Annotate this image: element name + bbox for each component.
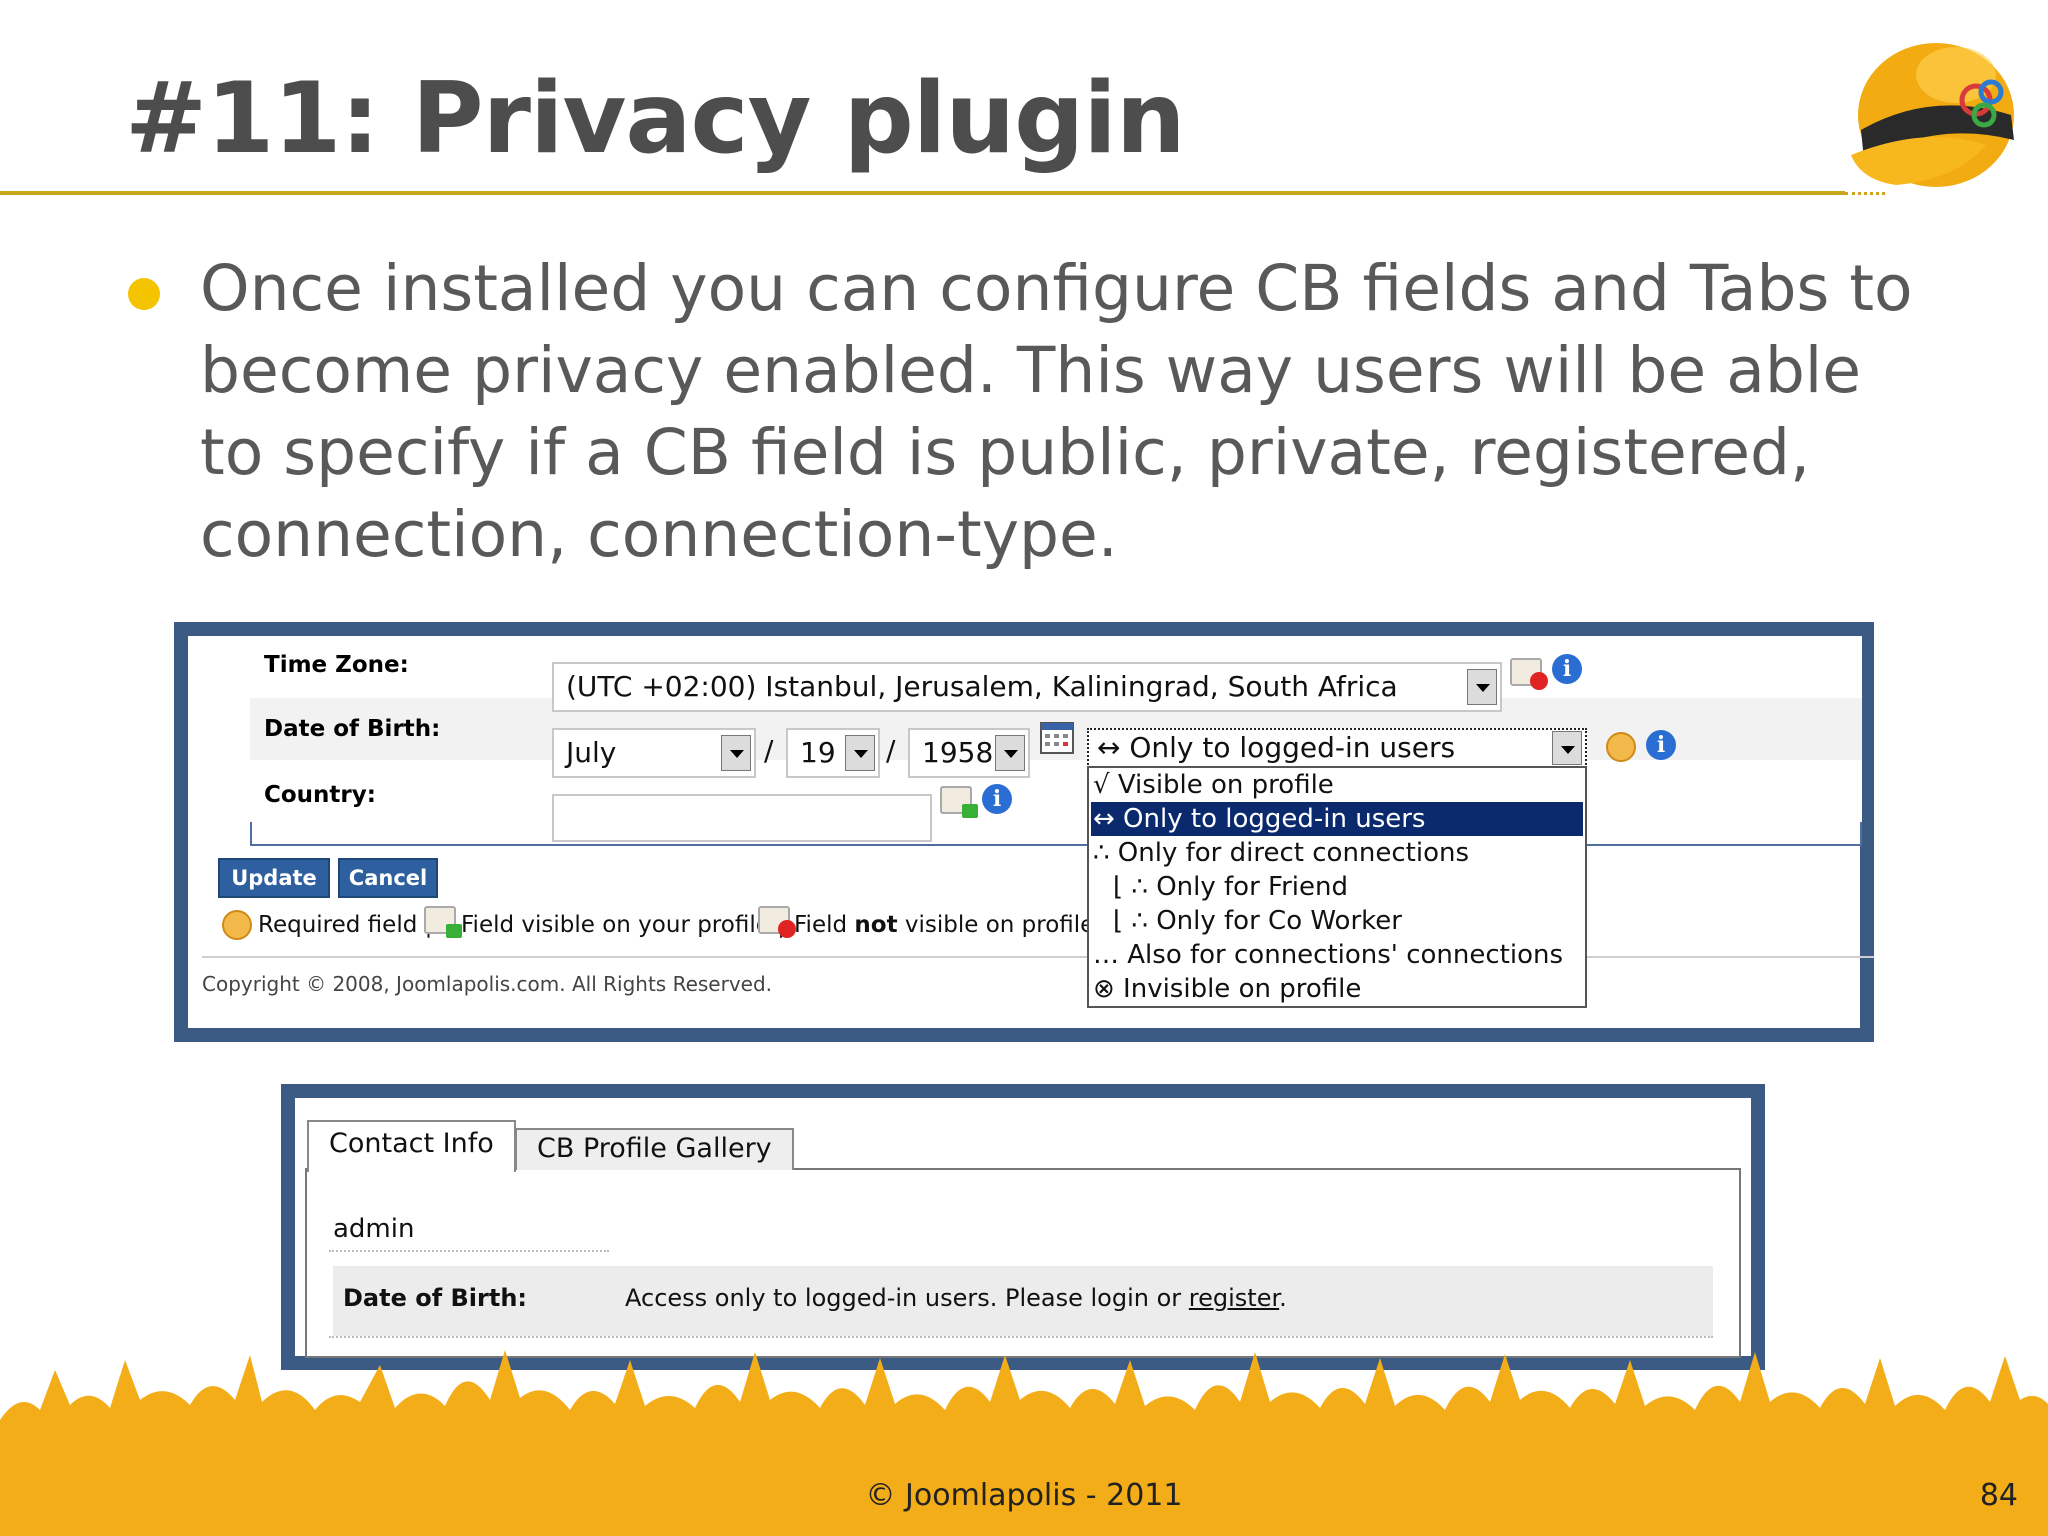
dropdown-arrow-icon[interactable] [995, 735, 1025, 771]
info-icon[interactable]: i [1552, 654, 1582, 684]
legend-not-visible-pre: Field [794, 912, 855, 938]
dob-year-value: 1958 [922, 736, 994, 769]
dob-view-label: Date of Birth: [343, 1284, 528, 1312]
privacy-option[interactable]: ⊗ Invisible on profile [1093, 972, 1361, 1006]
bullet-text: Once installed you can configure CB fiel… [200, 252, 1913, 571]
privacy-option[interactable]: ∴ Only for direct connections [1093, 836, 1469, 870]
dropdown-arrow-icon[interactable] [845, 735, 875, 771]
profile-edit-screenshot: Time Zone: (UTC +02:00) Istanbul, Jerusa… [174, 622, 1874, 1042]
country-input[interactable] [552, 794, 932, 842]
field-visible-icon [940, 786, 978, 818]
privacy-option[interactable]: ⌊ ∴ Only for Friend [1113, 870, 1348, 904]
info-icon[interactable]: i [982, 784, 1012, 814]
helmet-logo [1851, 43, 2014, 187]
time-zone-label: Time Zone: [264, 652, 409, 678]
privacy-option[interactable]: √ Visible on profile [1093, 768, 1334, 802]
date-separator: / [886, 734, 896, 767]
row-divider [329, 1250, 609, 1252]
legend-visible: Field visible on your profile | [461, 912, 785, 938]
register-link[interactable]: register [1189, 1284, 1279, 1312]
slide-title: #11: Privacy plugin [125, 62, 1186, 176]
dob-month-select[interactable]: July [552, 728, 756, 778]
copyright-text: Copyright © 2008, Joomlapolis.com. All R… [202, 972, 773, 996]
copyright-divider [202, 956, 1874, 958]
required-icon [1606, 732, 1636, 762]
legend-not-visible-bold: not [854, 912, 898, 938]
tab-contact-info[interactable]: Contact Info [307, 1120, 516, 1172]
time-zone-value: (UTC +02:00) Istanbul, Jerusalem, Kalini… [566, 670, 1398, 703]
legend-not-visible: Field not visible on profile | [794, 912, 1109, 938]
dob-day-select[interactable]: 19 [786, 728, 880, 778]
privacy-select[interactable]: ↔ Only to logged-in users [1087, 728, 1587, 768]
legend-not-visible-post: visible on profile | [897, 912, 1110, 938]
dob-day-value: 19 [800, 736, 836, 769]
calendar-icon[interactable] [1040, 722, 1074, 754]
title-rule [0, 191, 1845, 195]
username: admin [333, 1214, 415, 1244]
profile-view-screenshot: Contact Info CB Profile Gallery admin Da… [281, 1084, 1765, 1370]
legend-required: Required field | [258, 912, 433, 938]
bullet-dot [128, 278, 160, 310]
dob-message-text: Access only to logged-in users. Please l… [625, 1284, 1189, 1312]
privacy-option[interactable]: ⌊ ∴ Only for Co Worker [1113, 904, 1402, 938]
privacy-option[interactable]: … Also for connections' connections [1093, 938, 1563, 972]
footer-copyright: © Joomlapolis - 2011 [865, 1478, 1183, 1513]
dob-label: Date of Birth: [264, 716, 441, 742]
required-icon [222, 910, 252, 940]
dob-year-select[interactable]: 1958 [908, 728, 1030, 778]
time-zone-select[interactable]: (UTC +02:00) Istanbul, Jerusalem, Kalini… [552, 662, 1502, 712]
dob-month-value: July [566, 736, 617, 769]
field-visible-icon [424, 906, 462, 938]
country-label: Country: [264, 782, 376, 808]
page-number: 84 [1979, 1478, 2018, 1513]
dropdown-arrow-icon[interactable] [1467, 669, 1497, 705]
tab-cb-profile-gallery[interactable]: CB Profile Gallery [515, 1128, 794, 1170]
privacy-selected-value: ↔ Only to logged-in users [1097, 731, 1456, 764]
field-not-visible-icon [758, 906, 796, 938]
cancel-button[interactable]: Cancel [338, 858, 438, 898]
info-icon[interactable]: i [1646, 730, 1676, 760]
dropdown-arrow-icon[interactable] [1552, 731, 1582, 765]
dob-view-message: Access only to logged-in users. Please l… [625, 1284, 1287, 1312]
row-country [250, 760, 1862, 822]
update-button[interactable]: Update [218, 858, 330, 898]
field-not-visible-icon [1510, 658, 1548, 690]
dob-message-end: . [1279, 1284, 1287, 1312]
privacy-option-selected[interactable]: ↔ Only to logged-in users [1091, 802, 1583, 836]
dropdown-arrow-icon[interactable] [721, 735, 751, 771]
date-separator: / [764, 734, 774, 767]
privacy-options-list[interactable]: √ Visible on profile ↔ Only to logged-in… [1087, 766, 1587, 1008]
